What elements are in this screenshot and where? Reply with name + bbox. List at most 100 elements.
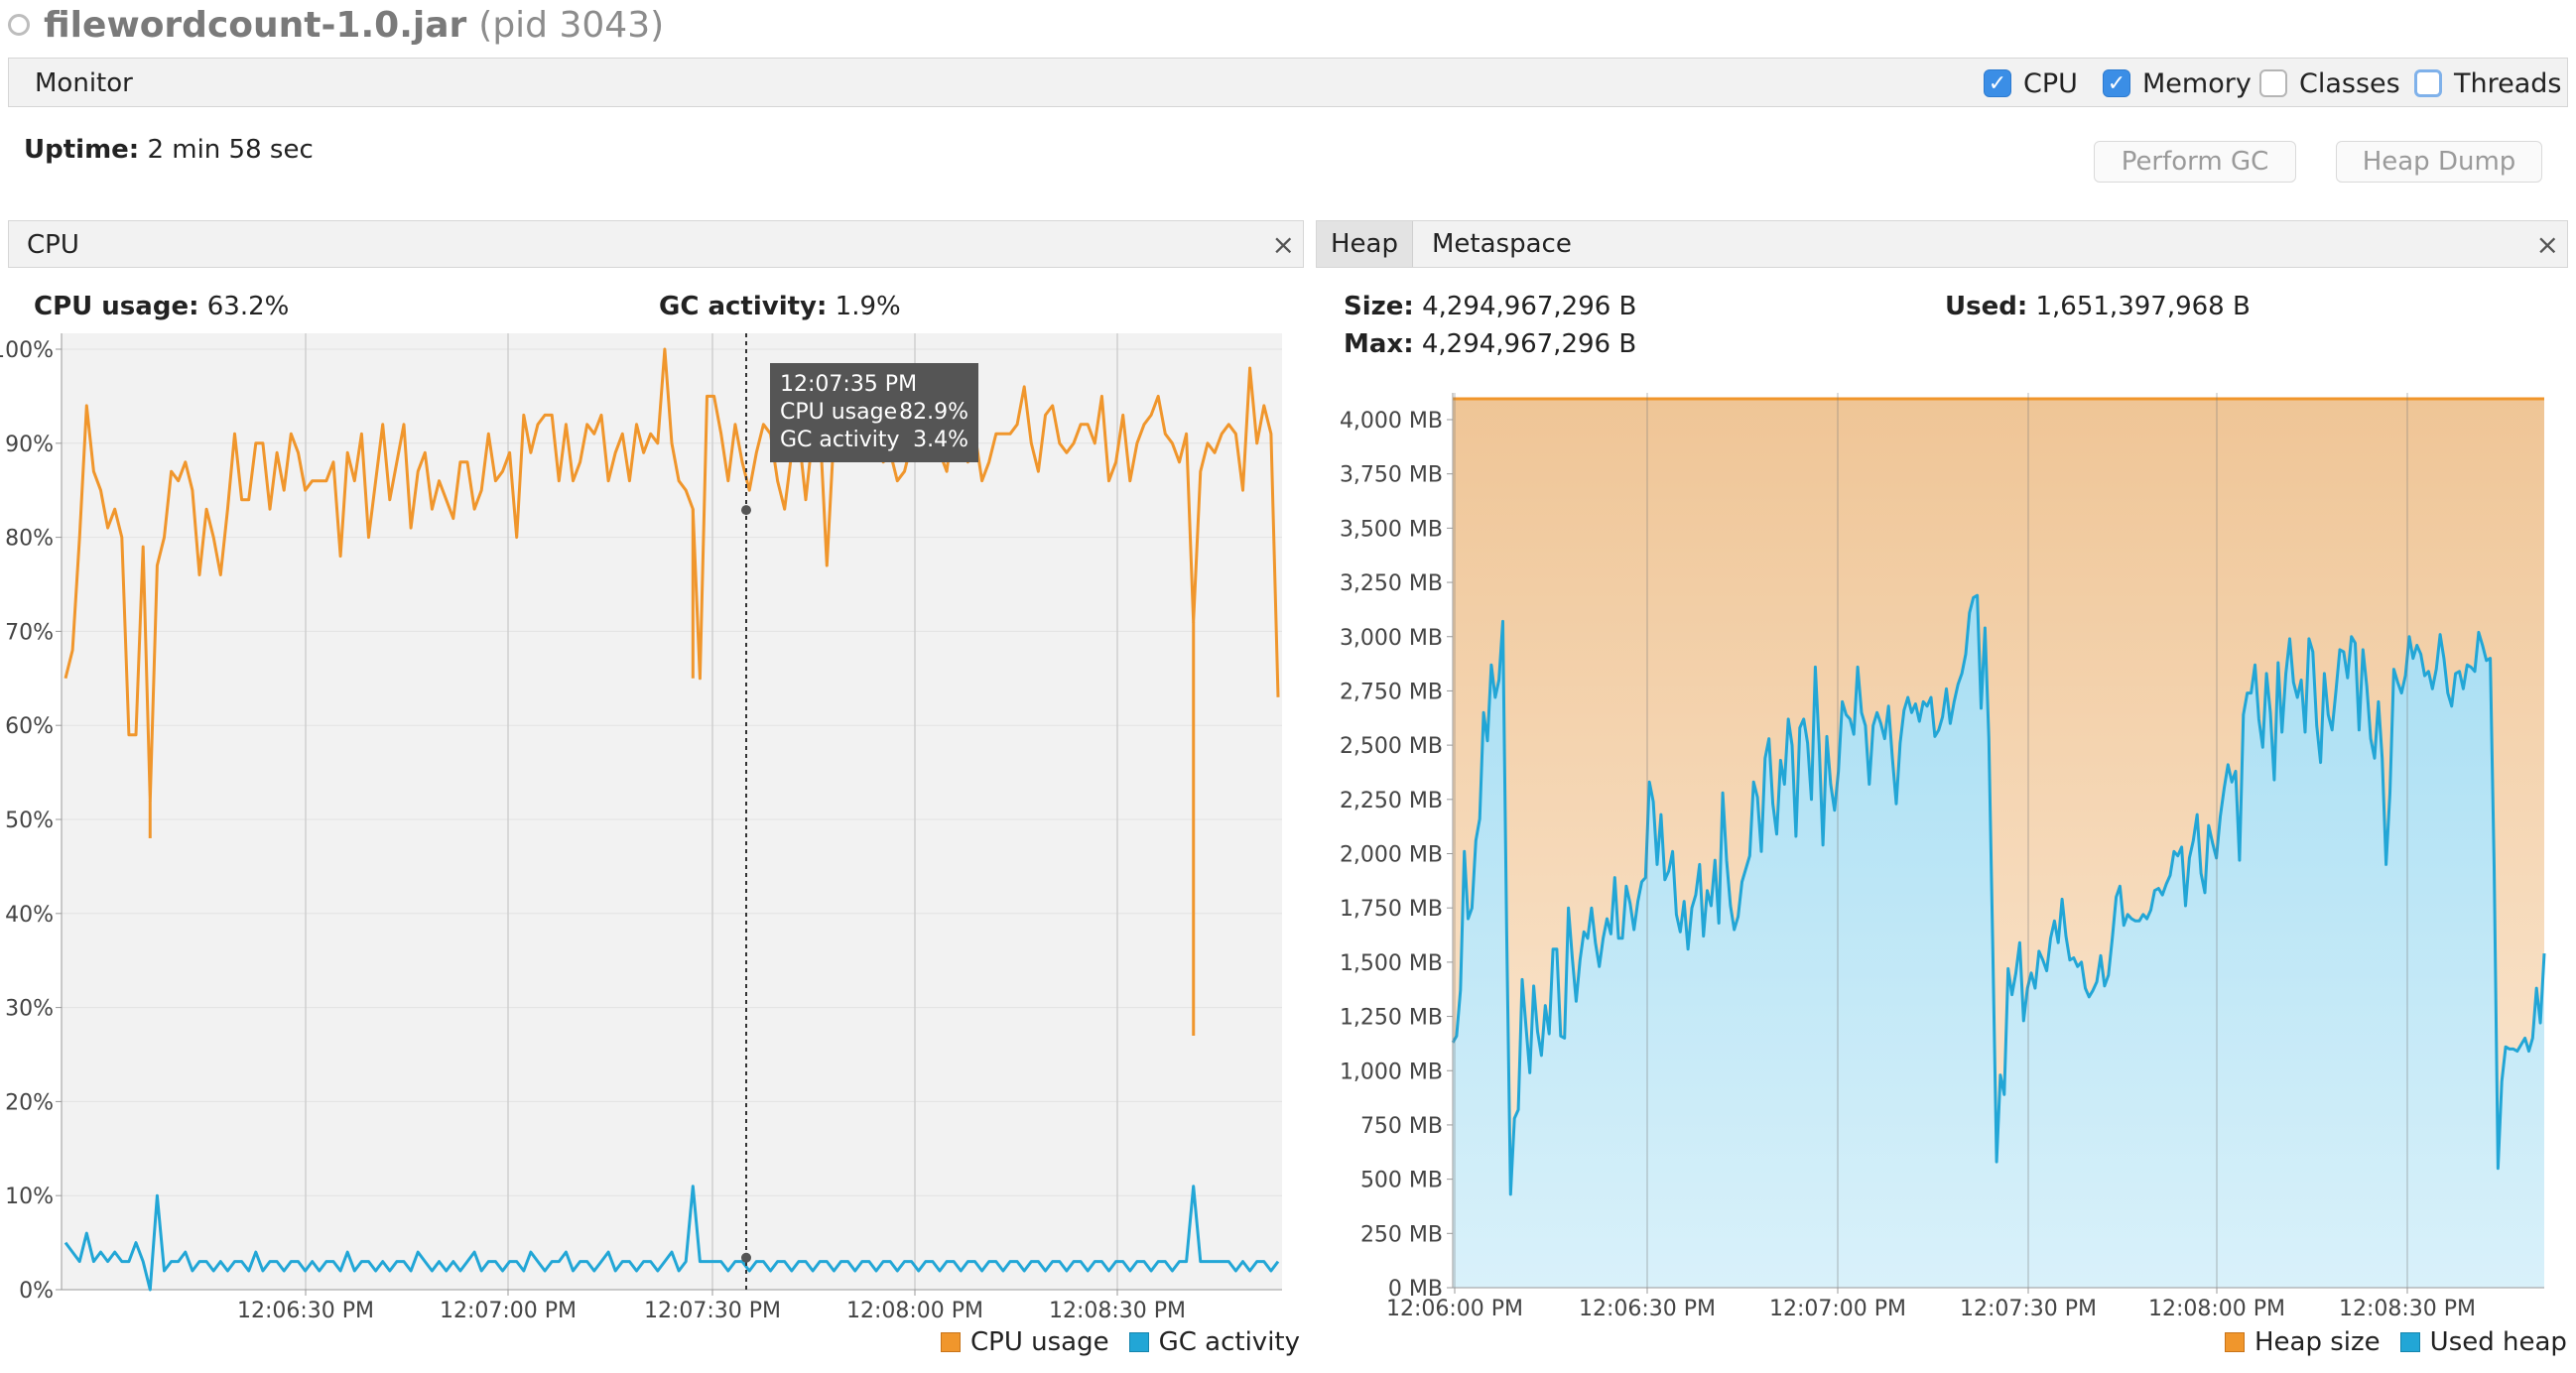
heap-x-tick-label: 12:06:00 PM xyxy=(1386,1297,1523,1319)
checkbox-checked-icon: ✓ xyxy=(1984,69,2011,97)
heap-chart: 0 MB250 MB500 MB750 MB1,000 MB1,250 MB1,… xyxy=(1340,393,2546,1319)
heap-y-tick-label: 1,750 MB xyxy=(1340,897,1443,922)
heap-y-tick-label: 1,500 MB xyxy=(1340,951,1443,976)
heap-size-label: Size: xyxy=(1344,292,1414,321)
close-icon[interactable]: × xyxy=(2536,221,2559,269)
app-name: filewordcount-1.0.jar xyxy=(44,4,467,46)
cpu-y-tick-label: 80% xyxy=(5,527,54,552)
cpu-y-tick-label: 100% xyxy=(0,338,54,363)
heap-x-tick-label: 12:06:30 PM xyxy=(1579,1297,1716,1319)
threads-checkbox[interactable]: Threads xyxy=(2414,59,2561,108)
threads-checkbox-label: Threads xyxy=(2454,67,2562,99)
heap-x-tick-label: 12:08:00 PM xyxy=(2148,1297,2285,1319)
close-icon[interactable]: × xyxy=(1272,221,1295,269)
cpu-legend: CPU usage GC activity xyxy=(941,1327,1300,1357)
heap-size-stat: Size: 4,294,967,296 B xyxy=(1344,292,1636,321)
heap-y-tick-label: 3,000 MB xyxy=(1340,626,1443,651)
cpu-usage-value: 63.2% xyxy=(206,292,290,321)
heap-x-tick-label: 12:07:00 PM xyxy=(1769,1297,1906,1319)
heap-size-legend-label: Heap size xyxy=(2254,1327,2381,1357)
heap-y-tick-label: 1,000 MB xyxy=(1340,1060,1443,1084)
heap-dump-button[interactable]: Heap Dump xyxy=(2336,141,2542,183)
tab-heap[interactable]: Heap xyxy=(1317,221,1413,267)
cpu-y-tick-label: 30% xyxy=(5,997,54,1022)
tooltip-time: 12:07:35 PM xyxy=(780,372,918,397)
cpu-panel-header: CPU × xyxy=(8,220,1304,268)
heap-x-tick-label: 12:07:30 PM xyxy=(1960,1297,2097,1319)
heap-y-tick-label: 4,000 MB xyxy=(1340,409,1443,434)
cpu-tooltip: 12:07:35 PM CPU usage 82.9% GC activity … xyxy=(770,363,978,462)
status-circle-icon xyxy=(8,14,30,36)
heap-y-tick-label: 250 MB xyxy=(1360,1222,1443,1247)
checkbox-unchecked-icon xyxy=(2414,69,2442,97)
heap-y-tick-label: 750 MB xyxy=(1360,1114,1443,1139)
gc-activity-swatch xyxy=(1128,1332,1149,1352)
monitor-label: Monitor xyxy=(35,68,133,98)
uptime: Uptime: 2 min 58 sec xyxy=(24,135,314,165)
tooltip-cpu-label: CPU usage xyxy=(780,400,898,425)
heap-used-value: 1,651,397,968 B xyxy=(2035,292,2251,321)
heap-y-tick-label: 3,500 MB xyxy=(1340,517,1443,542)
memory-panel-header: Heap Metaspace × xyxy=(1316,220,2568,268)
cpu-usage-label: CPU usage: xyxy=(34,292,199,321)
checkbox-checked-icon: ✓ xyxy=(2103,69,2130,97)
heap-x-tick-label: 12:08:30 PM xyxy=(2339,1297,2476,1319)
cpu-checkbox-label: CPU xyxy=(2023,67,2078,99)
app-pid: (pid 3043) xyxy=(478,4,665,46)
cpu-tab[interactable]: CPU xyxy=(27,221,79,269)
cpu-y-tick-label: 0% xyxy=(19,1279,54,1304)
heap-used-label: Used: xyxy=(1945,292,2028,321)
cpu-usage-swatch xyxy=(941,1332,961,1352)
heap-y-tick-label: 3,750 MB xyxy=(1340,463,1443,488)
heap-y-tick-label: 2,000 MB xyxy=(1340,843,1443,868)
cpu-x-tick-label: 12:07:30 PM xyxy=(644,1299,781,1319)
heap-y-tick-label: 2,500 MB xyxy=(1340,734,1443,759)
cpu-crosshair-point xyxy=(741,505,751,516)
used-heap-legend-label: Used heap xyxy=(2429,1327,2567,1357)
monitor-toolbar: Monitor ✓ CPU ✓ Memory Classes Threads xyxy=(8,58,2568,107)
cpu-x-tick-label: 12:07:00 PM xyxy=(440,1299,577,1319)
checkbox-unchecked-icon xyxy=(2259,69,2287,97)
heap-y-tick-label: 2,250 MB xyxy=(1340,789,1443,813)
perform-gc-button[interactable]: Perform GC xyxy=(2094,141,2296,183)
gc-activity-label: GC activity: xyxy=(659,292,828,321)
uptime-value: 2 min 58 sec xyxy=(147,135,314,165)
memory-checkbox[interactable]: ✓ Memory xyxy=(2103,59,2252,108)
tooltip-cpu-value: 82.9% xyxy=(899,400,968,425)
cpu-y-tick-label: 70% xyxy=(5,620,54,645)
used-heap-swatch xyxy=(2399,1332,2420,1352)
cpu-x-tick-label: 12:08:00 PM xyxy=(846,1299,983,1319)
gc-crosshair-point xyxy=(741,1252,751,1263)
heap-size-swatch xyxy=(2225,1332,2245,1352)
tab-metaspace[interactable]: Metaspace xyxy=(1432,221,1572,267)
cpu-usage-stat: CPU usage: 63.2% xyxy=(34,292,289,321)
cpu-y-tick-label: 10% xyxy=(5,1185,54,1209)
gc-activity-legend-label: GC activity xyxy=(1158,1327,1300,1357)
heap-used-stat: Used: 1,651,397,968 B xyxy=(1945,292,2251,321)
cpu-y-tick-label: 20% xyxy=(5,1090,54,1115)
heap-y-tick-label: 500 MB xyxy=(1360,1169,1443,1193)
tooltip-gc-label: GC activity xyxy=(780,428,900,452)
window-title: filewordcount-1.0.jar (pid 3043) xyxy=(8,0,664,50)
gc-activity-stat: GC activity: 1.9% xyxy=(659,292,901,321)
cpu-y-tick-label: 90% xyxy=(5,433,54,457)
uptime-label: Uptime: xyxy=(24,135,140,165)
heap-size-value: 4,294,967,296 B xyxy=(1422,292,1637,321)
heap-y-tick-label: 1,250 MB xyxy=(1340,1006,1443,1031)
cpu-y-tick-label: 50% xyxy=(5,809,54,833)
classes-checkbox[interactable]: Classes xyxy=(2259,59,2400,108)
cpu-y-tick-label: 40% xyxy=(5,903,54,928)
cpu-chart: 0% 10% 20% 30% 40% 50% 60% 70% 80% 90% 100% 12:06:3… xyxy=(0,333,1282,1319)
gc-activity-value: 1.9% xyxy=(835,292,901,321)
classes-checkbox-label: Classes xyxy=(2299,67,2400,99)
heap-legend: Heap size Used heap xyxy=(2225,1327,2567,1357)
cpu-checkbox[interactable]: ✓ CPU xyxy=(1984,59,2078,108)
cpu-y-tick-label: 60% xyxy=(5,714,54,739)
cpu-usage-legend-label: CPU usage xyxy=(970,1327,1109,1357)
cpu-plot-background xyxy=(62,333,1282,1290)
cpu-x-tick-label: 12:06:30 PM xyxy=(237,1299,374,1319)
heap-y-tick-label: 3,250 MB xyxy=(1340,571,1443,596)
memory-checkbox-label: Memory xyxy=(2142,67,2252,99)
tooltip-gc-value: 3.4% xyxy=(913,428,968,452)
heap-y-tick-label: 2,750 MB xyxy=(1340,680,1443,704)
